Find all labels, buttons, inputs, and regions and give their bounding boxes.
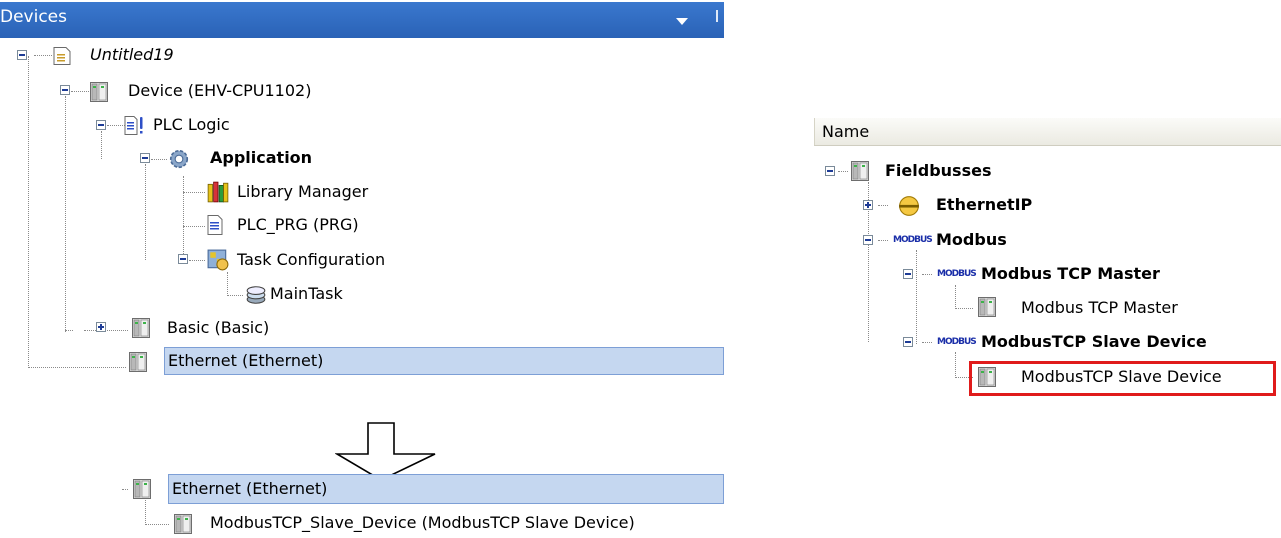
catalog-item-modbus-tcp-master[interactable]: Modbus TCP Master <box>1021 297 1178 319</box>
name-column-label: Name <box>822 122 870 141</box>
devices-pane-header: Devices <box>0 2 724 38</box>
modbus-logo-icon: MODBUS <box>937 269 977 279</box>
ethernetip-icon <box>898 195 920 217</box>
device-icon <box>129 352 147 372</box>
modbus-logo-icon: MODBUS <box>937 337 977 347</box>
collapse-toggle[interactable] <box>140 153 150 163</box>
device-icon <box>132 318 150 338</box>
expand-toggle[interactable] <box>96 322 106 332</box>
task-configuration-icon <box>207 249 229 271</box>
main-task-icon <box>245 284 267 306</box>
collapse-toggle[interactable] <box>60 85 70 95</box>
collapse-toggle[interactable] <box>17 50 27 60</box>
program-document-icon <box>206 215 224 235</box>
library-manager-icon <box>207 181 229 203</box>
result-item-slave-device[interactable]: ModbusTCP_Slave_Device (ModbusTCP Slave … <box>210 512 635 534</box>
tree-item-ethernet[interactable]: Ethernet (Ethernet) <box>168 350 323 372</box>
plc-logic-icon <box>124 115 146 135</box>
project-icon <box>53 45 71 65</box>
pin-icon[interactable] <box>716 10 718 22</box>
device-icon <box>174 514 192 534</box>
catalog-item-fieldbusses[interactable]: Fieldbusses <box>885 160 991 182</box>
tree-item-task-configuration[interactable]: Task Configuration <box>237 249 385 271</box>
device-icon <box>90 82 108 102</box>
tree-item-project[interactable]: Untitled19 <box>90 44 174 66</box>
tree-item-application[interactable]: Application <box>210 147 312 169</box>
catalog-item-modbus[interactable]: Modbus <box>936 229 1007 251</box>
catalog-column-header[interactable]: Name <box>814 118 1281 146</box>
collapse-toggle[interactable] <box>178 254 188 264</box>
down-arrow-icon <box>335 422 436 481</box>
catalog-item-modbus-tcp-master-group[interactable]: Modbus TCP Master <box>981 263 1160 285</box>
gear-icon <box>168 148 190 170</box>
result-item-ethernet[interactable]: Ethernet (Ethernet) <box>172 478 327 500</box>
catalog-item-modbus-tcp-slave-group[interactable]: ModbusTCP Slave Device <box>981 331 1207 353</box>
tree-item-library-manager[interactable]: Library Manager <box>237 181 368 203</box>
tree-item-device[interactable]: Device (EHV-CPU1102) <box>128 80 311 102</box>
collapse-toggle[interactable] <box>863 235 873 245</box>
highlight-box <box>969 361 1276 396</box>
device-icon <box>851 161 869 181</box>
device-icon <box>978 297 996 317</box>
dropdown-arrow-icon[interactable] <box>676 18 688 25</box>
catalog-item-ethernetip[interactable]: EthernetIP <box>936 194 1032 216</box>
tree-item-plc-prg[interactable]: PLC_PRG (PRG) <box>237 214 359 236</box>
devices-pane-title: Devices <box>0 7 67 27</box>
device-icon <box>133 479 151 499</box>
collapse-toggle[interactable] <box>96 120 106 130</box>
modbus-logo-icon: MODBUS <box>893 235 933 245</box>
collapse-toggle[interactable] <box>825 166 835 176</box>
tree-item-main-task[interactable]: MainTask <box>270 283 343 305</box>
collapse-toggle[interactable] <box>903 269 913 279</box>
tree-item-plc-logic[interactable]: PLC Logic <box>153 114 230 136</box>
collapse-toggle[interactable] <box>903 337 913 347</box>
expand-toggle[interactable] <box>863 200 873 210</box>
tree-item-basic[interactable]: Basic (Basic) <box>167 317 269 339</box>
